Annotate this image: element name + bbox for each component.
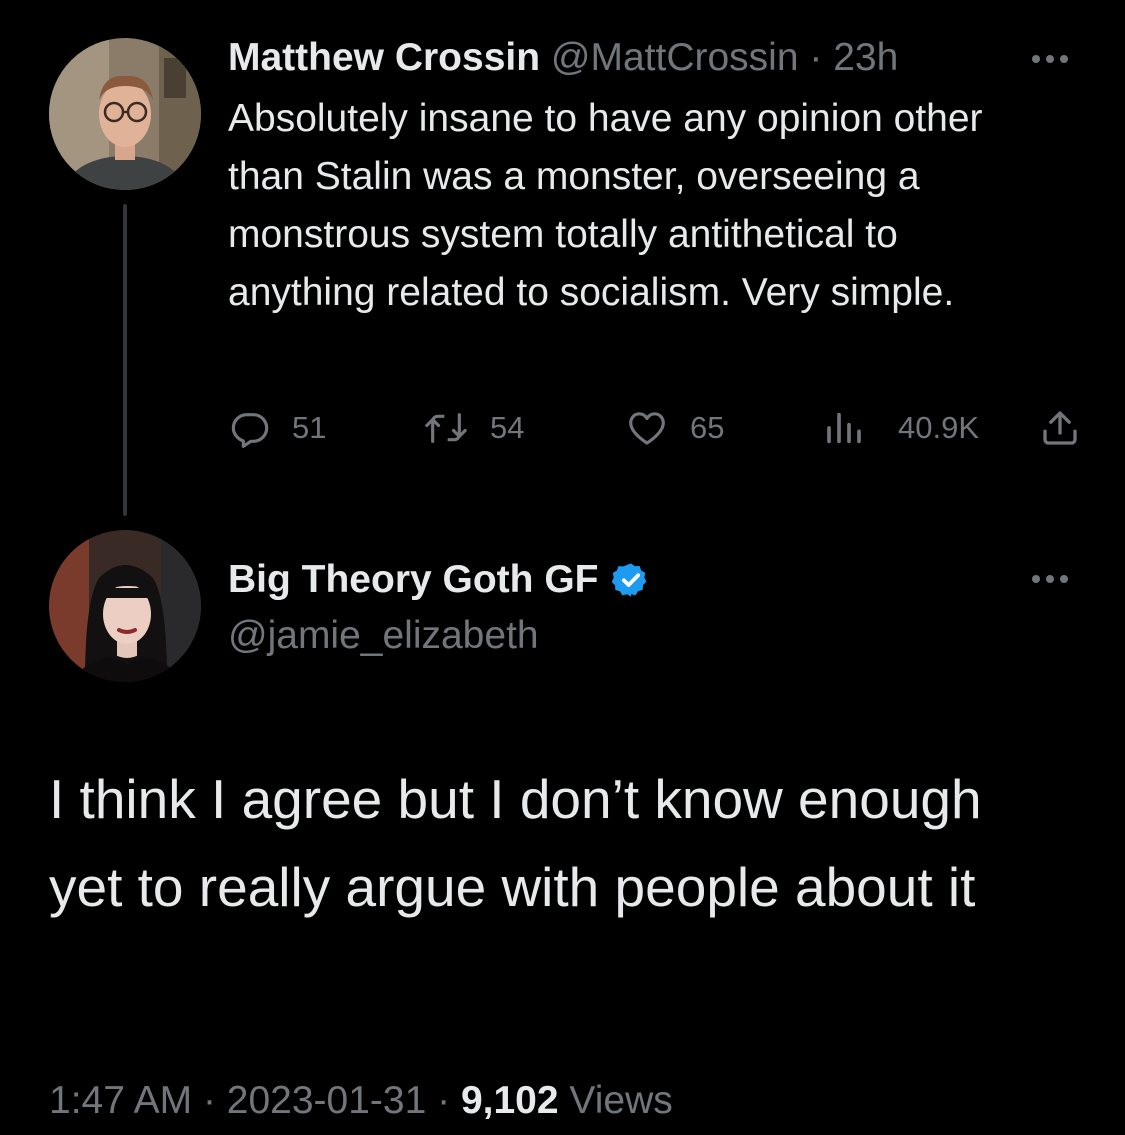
avatar-big-theory-goth-gf[interactable] — [49, 530, 201, 682]
reply-button[interactable]: 51 — [230, 400, 326, 456]
like-icon — [629, 412, 665, 445]
tweet-date[interactable]: 2023-01-31 — [227, 1079, 427, 1122]
author-name[interactable]: Matthew Crossin — [228, 36, 540, 79]
reply-author-handle[interactable]: @jamie_elizabeth — [228, 610, 539, 662]
tweet-time[interactable]: 23h — [833, 36, 898, 79]
retweet-button[interactable]: 54 — [424, 400, 524, 456]
reply-author-name[interactable]: Big Theory Goth GF — [228, 554, 598, 606]
reply-count: 51 — [292, 410, 327, 445]
tweet-meta: 1:47 AM · 2023-01-31 · 9,102 Views — [49, 1074, 673, 1128]
separator: · — [437, 1079, 451, 1122]
author-handle[interactable]: @MattCrossin — [551, 36, 799, 79]
views-count: 40.9K — [898, 410, 980, 445]
tweet-text: Absolutely insane to have any opinion ot… — [228, 97, 983, 314]
reply-icon — [231, 413, 269, 448]
views-icon — [827, 412, 861, 444]
views-label: Views — [569, 1079, 673, 1122]
separator: · — [809, 36, 823, 79]
separator: · — [202, 1079, 216, 1122]
share-button[interactable] — [1040, 400, 1080, 456]
avatar-matthew-crossin[interactable] — [49, 38, 201, 190]
share-icon — [1043, 411, 1077, 445]
like-count: 65 — [690, 410, 725, 445]
tweet-timestamp[interactable]: 1:47 AM — [49, 1079, 192, 1122]
reply-text: I think I agree but I don’t know enough … — [49, 768, 982, 918]
more-icon[interactable] — [1028, 572, 1072, 584]
retweet-count: 54 — [490, 410, 525, 445]
verified-badge-icon — [612, 563, 647, 597]
views-total: 9,102 — [460, 1079, 559, 1122]
views-button[interactable]: 40.9K — [824, 400, 979, 456]
thread-line — [123, 204, 127, 516]
tweet-header: Matthew Crossin @MattCrossin · 23h — [228, 32, 898, 84]
more-icon[interactable] — [1028, 52, 1072, 64]
retweet-icon — [425, 413, 467, 443]
reply-author-row: Big Theory Goth GF — [228, 554, 650, 606]
like-button[interactable]: 65 — [626, 400, 724, 456]
